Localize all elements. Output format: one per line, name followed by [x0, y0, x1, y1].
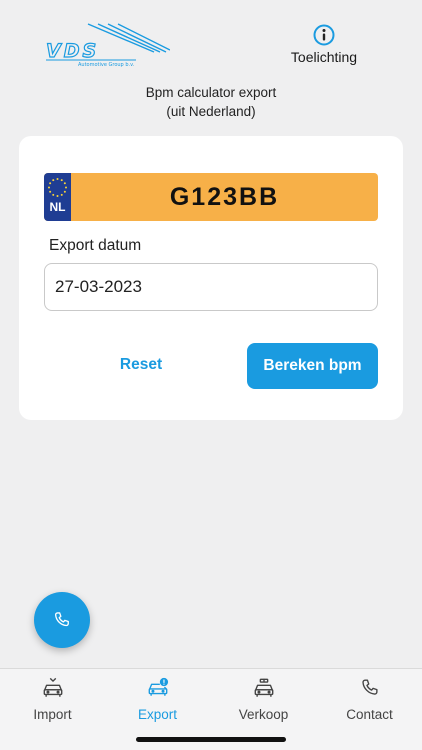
license-plate[interactable]: NL G123BB: [44, 173, 378, 221]
subtitle-line-2: (uit Nederland): [166, 104, 256, 119]
vds-logo: VDS Automotive Group b.v.: [44, 22, 171, 68]
info-icon: [313, 24, 335, 46]
tab-import-label: Import: [33, 707, 72, 722]
plate-country-strip: NL: [44, 173, 71, 221]
page-subtitle: Bpm calculator export (uit Nederland): [0, 83, 422, 121]
export-date-input[interactable]: [44, 263, 378, 311]
car-sale-icon: [254, 678, 273, 697]
tab-contact[interactable]: Contact: [317, 669, 422, 729]
tab-verkoop-label: Verkoop: [238, 707, 289, 722]
car-icon: [43, 677, 62, 697]
phone-icon: [361, 679, 378, 695]
tab-import[interactable]: Import: [0, 669, 105, 729]
export-date-label: Export datum: [49, 237, 142, 254]
eu-stars-icon: [48, 178, 67, 197]
car-export-icon: [148, 677, 168, 696]
tab-contact-label: Contact: [346, 707, 393, 722]
tab-export[interactable]: Export: [105, 669, 210, 729]
subtitle-line-1: Bpm calculator export: [145, 85, 277, 100]
info-button[interactable]: Toelichting: [282, 24, 366, 66]
svg-text:VDS: VDS: [46, 40, 99, 62]
home-indicator: [136, 737, 286, 742]
svg-text:Automotive Group b.v.: Automotive Group b.v.: [78, 62, 135, 68]
phone-icon: [54, 612, 69, 627]
call-fab-button[interactable]: [34, 592, 90, 648]
header: VDS Automotive Group b.v. Toelichting Bp…: [0, 0, 422, 130]
export-form-card: NL G123BB Export datum Reset Bereken bpm: [19, 136, 403, 420]
info-label: Toelichting: [290, 49, 358, 65]
plate-number: G123BB: [169, 183, 280, 211]
calculate-bpm-button[interactable]: Bereken bpm: [247, 343, 378, 389]
reset-button[interactable]: Reset: [91, 342, 191, 388]
plate-country-code: NL: [49, 200, 66, 214]
tab-export-label: Export: [137, 707, 178, 722]
tab-verkoop[interactable]: Verkoop: [211, 669, 316, 729]
